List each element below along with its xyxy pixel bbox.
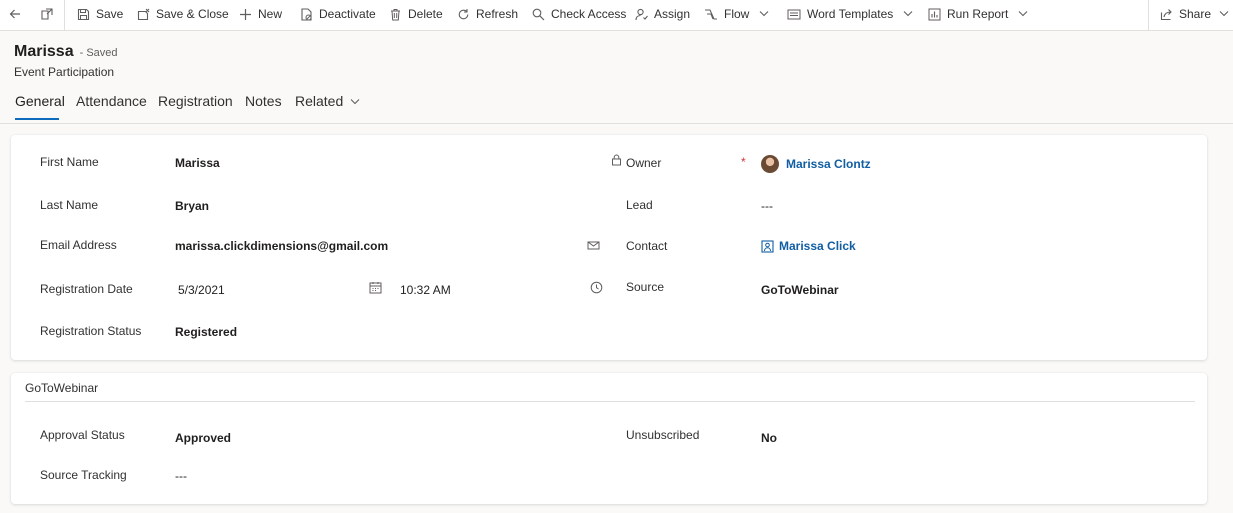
owner-lookup[interactable]: Marissa Clontz [761,155,871,173]
share-icon [1159,7,1173,21]
contact-lookup[interactable]: Marissa Click [761,239,856,253]
share-label: Share [1179,7,1212,21]
section-divider [25,401,1195,402]
report-icon [927,7,941,21]
contact-card-icon [761,239,774,253]
tab-registration[interactable]: Registration [158,93,233,109]
chevron-down-icon [1219,10,1229,18]
run-report-label: Run Report [947,7,1009,21]
contact-name: Marissa Click [779,239,856,253]
share-menu-button[interactable]: Share [1159,0,1229,28]
save-button[interactable]: Save [76,0,123,28]
save-status: - Saved [79,47,118,59]
general-section: First Name Marissa Last Name Bryan Email… [11,135,1207,360]
unsubscribed-field[interactable]: No [761,431,777,445]
entity-name: Event Participation [14,65,115,79]
registration-status-label: Registration Status [40,324,142,338]
save-label: Save [96,7,124,21]
flow-icon [704,7,718,21]
clock-icon[interactable] [589,280,603,294]
registration-date-field[interactable]: 5/3/2021 [178,283,225,297]
word-templates-label: Word Templates [807,7,894,21]
back-arrow-icon [8,7,22,21]
avatar [761,155,779,173]
last-name-field[interactable]: Bryan [175,199,209,213]
active-tab-indicator [15,118,59,120]
lead-label: Lead [626,198,653,212]
assign-label: Assign [654,7,691,21]
chevron-down-icon [759,10,769,18]
registration-time-field[interactable]: 10:32 AM [400,283,451,297]
gotowebinar-section: GoToWebinar Approval Status Approved Sou… [11,373,1207,504]
source-tracking-label: Source Tracking [40,468,127,482]
open-in-new-window-icon [40,7,54,21]
refresh-label: Refresh [476,7,519,21]
source-tracking-field[interactable]: --- [175,469,187,483]
open-new-window-button[interactable] [40,0,60,28]
email-field[interactable]: marissa.clickdimensions@gmail.com [175,239,388,253]
source-label: Source [626,280,665,294]
check-access-label: Check Access [551,7,627,21]
record-title: Marissa - Saved [14,43,118,61]
save-and-close-icon [136,7,150,21]
section-title: GoToWebinar [25,381,99,395]
owner-label: Owner [626,156,662,170]
delete-button[interactable]: Delete [388,0,443,28]
chevron-down-icon [350,98,360,105]
calendar-icon[interactable] [368,280,382,294]
chevron-down-icon [1018,10,1028,18]
approval-status-label: Approval Status [40,428,125,442]
check-access-button[interactable]: Check Access [531,0,626,28]
save-and-close-label: Save & Close [156,7,229,21]
tab-notes[interactable]: Notes [245,93,282,109]
deactivate-button[interactable]: Deactivate [299,0,376,28]
record-name: Marissa [14,43,74,60]
toolbar-divider [64,0,65,31]
tab-related[interactable]: Related [295,93,360,109]
delete-label: Delete [408,7,443,21]
flow-menu-button[interactable]: Flow [704,0,769,28]
tab-list: General Attendance Registration Notes Re… [0,90,1233,124]
approval-status-field[interactable]: Approved [175,431,231,445]
tab-general[interactable]: General [15,93,65,109]
registration-status-field[interactable]: Registered [175,325,237,339]
contact-label: Contact [626,239,668,253]
toolbar-divider [1148,0,1149,31]
chevron-down-icon [903,10,913,18]
refresh-button[interactable]: Refresh [456,0,518,28]
plus-icon [238,7,252,21]
registration-date-label: Registration Date [40,282,133,296]
word-templates-menu-button[interactable]: Word Templates [787,0,913,28]
magnifier-icon [531,7,545,21]
lock-icon [611,154,622,166]
deactivate-icon [299,7,313,21]
deactivate-label: Deactivate [319,7,376,21]
source-field[interactable]: GoToWebinar [761,283,839,297]
lead-field[interactable]: --- [761,199,773,213]
refresh-icon [456,7,470,21]
first-name-field[interactable]: Marissa [175,156,220,170]
flow-label: Flow [724,7,750,21]
owner-name: Marissa Clontz [786,157,871,171]
save-icon [76,7,90,21]
person-assign-icon [634,7,648,21]
required-indicator: * [741,155,746,169]
tab-related-label: Related [295,93,344,109]
run-report-menu-button[interactable]: Run Report [927,0,1028,28]
first-name-label: First Name [40,155,99,169]
word-template-icon [787,7,801,21]
command-bar: Save Save & Close New Deactivate Delete … [0,0,1233,31]
trash-icon [388,7,402,21]
email-label: Email Address [40,238,117,252]
send-email-icon[interactable] [587,239,601,253]
new-label: New [258,7,283,21]
new-button[interactable]: New [238,0,282,28]
back-button[interactable] [8,0,28,28]
unsubscribed-label: Unsubscribed [626,428,700,442]
tab-attendance[interactable]: Attendance [76,93,147,109]
save-and-close-button[interactable]: Save & Close [136,0,229,28]
last-name-label: Last Name [40,198,99,212]
assign-button[interactable]: Assign [634,0,690,28]
